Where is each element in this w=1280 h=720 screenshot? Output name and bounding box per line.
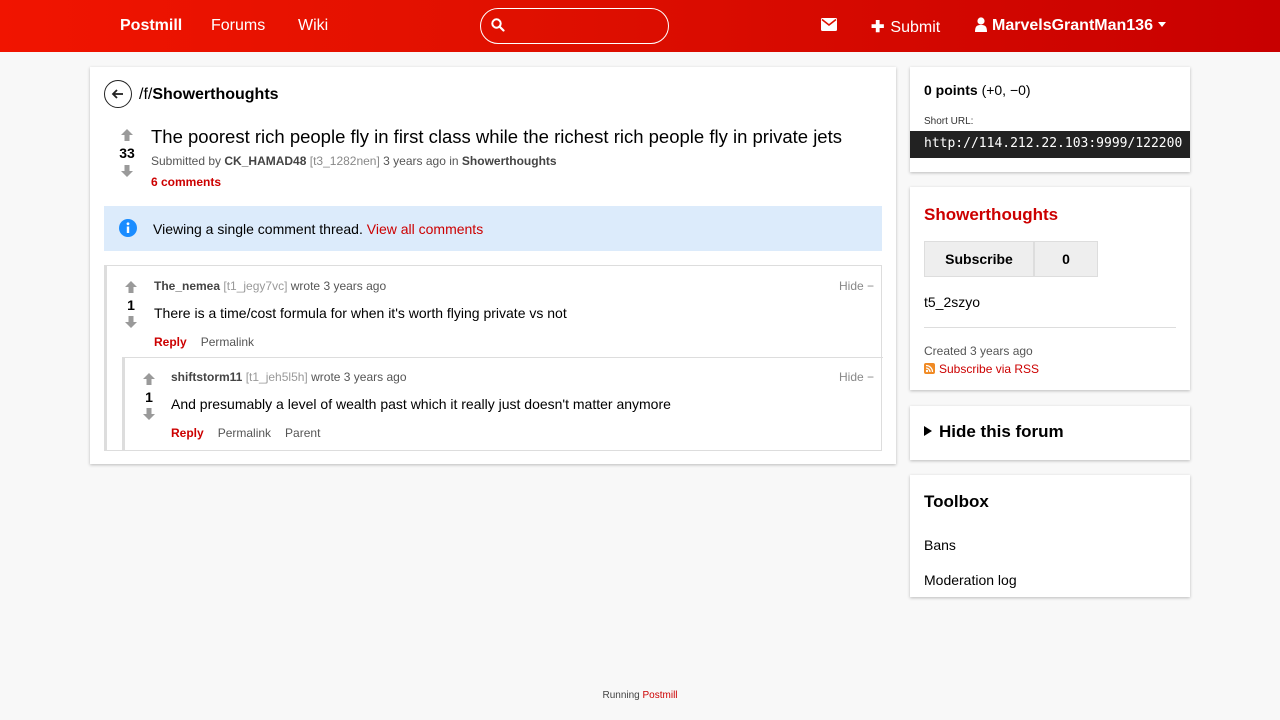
user-icon [975, 17, 987, 32]
points-value: 0 points [924, 82, 978, 98]
nav-forums-link[interactable]: Forums [211, 17, 265, 35]
forum-id: t5_2szyo [924, 294, 981, 310]
breadcrumb-prefix: /f/ [139, 86, 153, 103]
footer: Running Postmill [0, 690, 1280, 701]
comment-author-link[interactable]: The_nemea [154, 279, 220, 293]
upvote-icon[interactable] [143, 373, 155, 385]
post-time: 3 years ago in [383, 154, 459, 168]
hide-forum-label: Hide this forum [939, 422, 1064, 441]
bans-link[interactable]: Bans [924, 537, 956, 553]
moderation-log-link[interactable]: Moderation log [924, 572, 1017, 588]
comment-body: And presumably a level of wealth past wh… [171, 396, 671, 412]
forum-breadcrumb: /f/Showerthoughts [139, 86, 279, 104]
comment-thread: 1 The_nemea [t1_jegy7vc] wrote 3 years a… [104, 265, 883, 451]
post-author-link[interactable]: CK_HAMAD48 [224, 154, 306, 168]
search-box[interactable] [480, 8, 669, 44]
hide-forum-toggle[interactable]: Hide this forum [924, 422, 1064, 442]
search-input[interactable] [513, 15, 658, 37]
breadcrumb-forum-link[interactable]: Showerthoughts [152, 86, 278, 103]
username: MarvelsGrantMan136 [992, 17, 1153, 34]
downvote-icon[interactable] [121, 165, 133, 177]
nav-wiki-link[interactable]: Wiki [298, 17, 328, 35]
comment-id: [t1_jeh5l5h] [245, 370, 308, 384]
info-icon [119, 219, 137, 237]
subscribe-button[interactable]: Subscribe [924, 241, 1034, 277]
comment-actions: Reply Permalink [154, 335, 268, 349]
rss-link[interactable]: Subscribe via RSS [924, 362, 1039, 376]
points-summary: 0 points (+0, −0) [924, 82, 1031, 98]
forum-name-link[interactable]: Showerthoughts [924, 205, 1058, 225]
comment-time: wrote 3 years ago [311, 370, 407, 384]
upvote-icon[interactable] [121, 129, 133, 141]
submit-label: Submit [890, 19, 941, 36]
comment-score: 1 [127, 297, 135, 313]
post-vote: 33 [117, 129, 137, 177]
plus-icon: ✚ [871, 19, 885, 36]
short-url-field[interactable]: http://114.212.22.103:9999/122200 [910, 131, 1190, 158]
permalink-link[interactable]: Permalink [201, 335, 254, 349]
hide-comment-link[interactable]: Hide − [839, 279, 874, 293]
post-id: [t3_1282nen] [309, 154, 380, 168]
downvote-icon[interactable] [125, 316, 137, 328]
arrow-left-icon [111, 89, 123, 99]
comment-header: shiftstorm11 [t1_jeh5l5h] wrote 3 years … [171, 370, 407, 384]
post-info-card: 0 points (+0, −0) Short URL: http://114.… [910, 67, 1190, 172]
upvote-icon[interactable] [125, 281, 137, 293]
submitted-by-label: Submitted by [151, 154, 222, 168]
info-text: Viewing a single comment thread. View al… [153, 221, 483, 237]
messages-icon[interactable] [821, 18, 837, 34]
divider [924, 327, 1176, 328]
hide-forum-card: Hide this forum [910, 406, 1190, 460]
parent-link[interactable]: Parent [285, 426, 320, 440]
comment-actions: Reply Permalink Parent [171, 426, 334, 440]
toolbox-title: Toolbox [924, 492, 989, 511]
comment-score: 1 [145, 389, 153, 405]
thread-info-banner: Viewing a single comment thread. View al… [104, 206, 882, 251]
disclosure-triangle-icon [924, 426, 932, 436]
post-card: /f/Showerthoughts 33 The poorest rich pe… [90, 67, 896, 464]
post-score: 33 [119, 145, 135, 161]
info-message: Viewing a single comment thread. [153, 221, 363, 237]
reply-link[interactable]: Reply [154, 335, 187, 349]
subscriber-count: 0 [1034, 241, 1098, 277]
downvote-icon[interactable] [143, 408, 155, 420]
comment-vote: 1 [139, 373, 159, 420]
footer-postmill-link[interactable]: Postmill [643, 690, 678, 701]
user-menu[interactable]: MarvelsGrantMan136 [975, 17, 1166, 35]
comment-body: There is a time/cost formula for when it… [154, 305, 567, 321]
brand-link[interactable]: Postmill [120, 17, 182, 35]
hide-comment-link[interactable]: Hide − [839, 370, 874, 384]
comment-vote: 1 [121, 281, 141, 328]
comment-time: wrote 3 years ago [290, 279, 387, 293]
submit-link[interactable]: ✚ Submit [871, 17, 940, 37]
forum-created: Created 3 years ago [924, 344, 1033, 358]
top-navbar: Postmill Forums Wiki ✚ Submit MarvelsGran… [0, 0, 1280, 52]
footer-text: Running [602, 690, 640, 701]
comment-header: The_nemea [t1_jegy7vc] wrote 3 years ago [154, 279, 386, 293]
comment-id: [t1_jegy7vc] [223, 279, 288, 293]
search-icon [491, 18, 505, 32]
chevron-down-icon [1157, 22, 1166, 27]
comment-author-link[interactable]: shiftstorm11 [171, 370, 242, 384]
post-meta: Submitted by CK_HAMAD48 [t3_1282nen] 3 y… [151, 154, 557, 168]
post-title[interactable]: The poorest rich people fly in first cla… [151, 126, 842, 148]
points-detail: (+0, −0) [981, 82, 1031, 98]
view-all-comments-link[interactable]: View all comments [367, 221, 483, 237]
toolbox-card: Toolbox Bans Moderation log [910, 475, 1190, 597]
reply-link[interactable]: Reply [171, 426, 204, 440]
short-url-label: Short URL: [924, 116, 974, 127]
forum-card: Showerthoughts Subscribe 0 t5_2szyo Crea… [910, 187, 1190, 390]
permalink-link[interactable]: Permalink [218, 426, 271, 440]
comments-link[interactable]: 6 comments [151, 175, 221, 189]
back-button[interactable] [104, 80, 132, 108]
rss-icon [924, 363, 935, 374]
rss-label: Subscribe via RSS [939, 362, 1040, 376]
post-forum-link[interactable]: Showerthoughts [462, 154, 557, 168]
child-comment: 1 shiftstorm11 [t1_jeh5l5h] wrote 3 year… [122, 357, 883, 450]
